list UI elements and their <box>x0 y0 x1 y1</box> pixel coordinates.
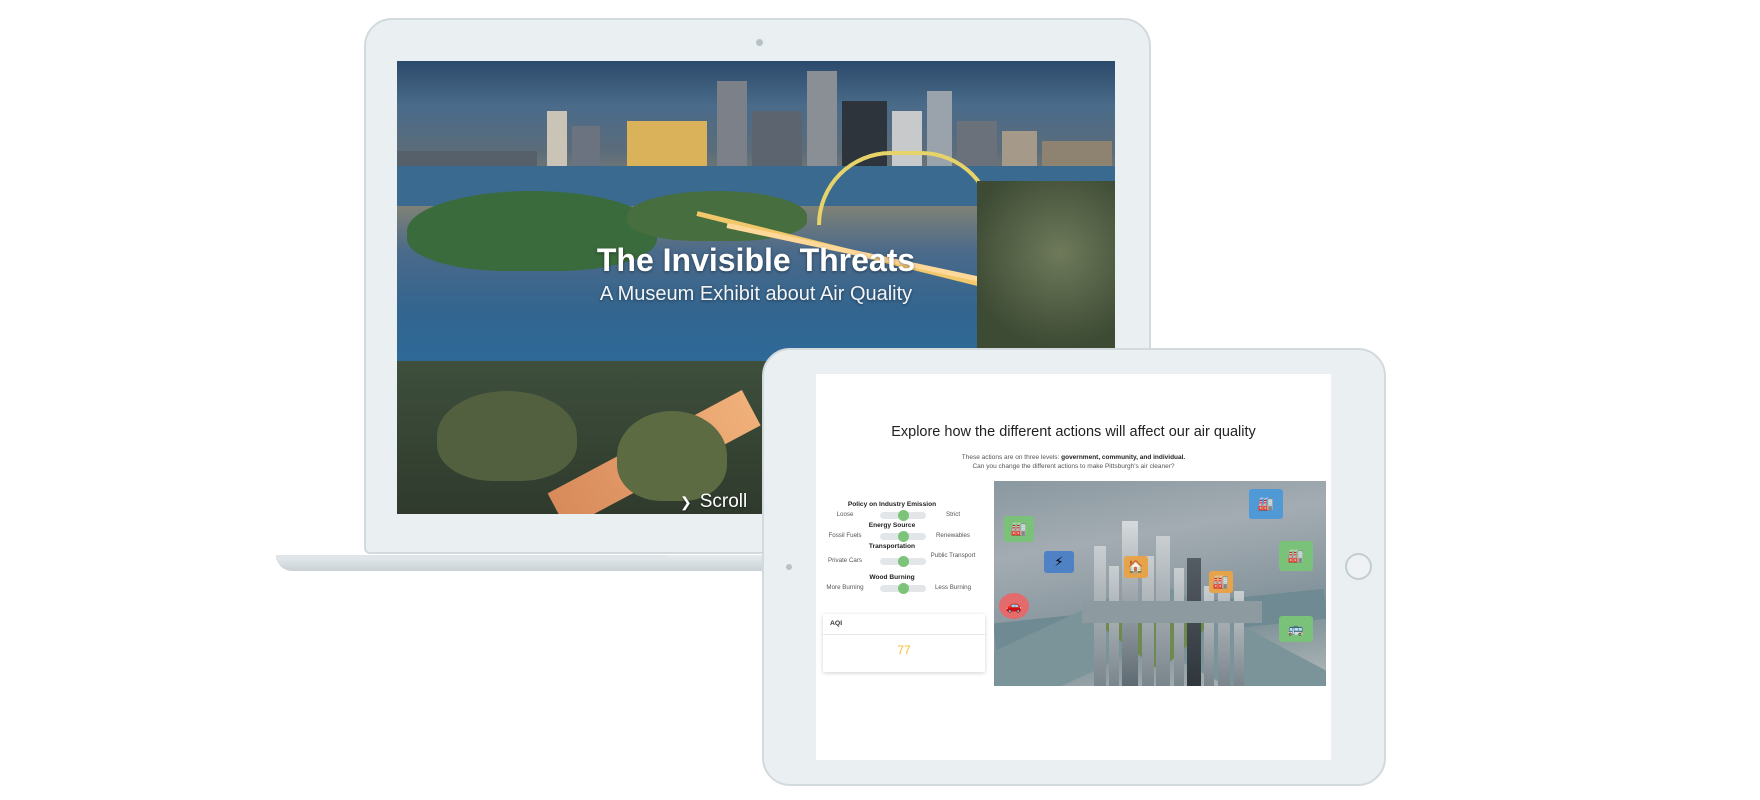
hero-title: The Invisible Threats <box>596 242 916 278</box>
explore-description: These actions are on three levels: gover… <box>816 454 1331 461</box>
factory-icon[interactable]: 🏭 <box>1249 489 1283 519</box>
aqi-card: AQI 77 <box>823 614 985 672</box>
tablet-home-button <box>1345 553 1372 580</box>
control-left-label: More Burning <box>826 584 864 591</box>
control-label-transportation: Transportation <box>868 543 916 550</box>
control-label-industry-emission: Policy on Industry Emission <box>847 501 937 508</box>
description-levels: government, community, and individual. <box>1061 454 1186 461</box>
scroll-label: Scroll <box>699 491 748 512</box>
tablet-screen: Explore how the different actions will a… <box>816 374 1331 760</box>
aqi-value: 77 <box>897 643 911 657</box>
slider-thumb[interactable] <box>897 556 909 567</box>
slider-thumb[interactable] <box>897 531 909 542</box>
car-icon[interactable]: 🚗 <box>999 593 1029 619</box>
bus-icon[interactable]: 🚌 <box>1279 616 1313 642</box>
laptop-base-highlight <box>276 555 666 560</box>
pittsburgh-aerial-map: 🏭 ⚡ 🚗 🏠 🏭 🏭 🏭 🚌 <box>994 481 1326 686</box>
transportation-slider[interactable] <box>880 556 926 567</box>
tablet-camera <box>786 564 792 570</box>
house-icon[interactable]: 🏠 <box>1124 556 1148 578</box>
explore-question: Can you change the different actions to … <box>972 463 1175 470</box>
chevron-down-icon: ❯ <box>680 494 692 510</box>
slider-thumb[interactable] <box>897 510 909 521</box>
factory-icon[interactable]: 🏭 <box>1004 516 1034 542</box>
control-right-label: Strict <box>945 511 961 518</box>
control-label-energy-source: Energy Source <box>868 522 916 529</box>
hero-subtitle: A Museum Exhibit about Air Quality <box>599 283 913 305</box>
control-right-label: Renewables <box>935 532 971 539</box>
control-label-wood-burning: Wood Burning <box>869 574 915 581</box>
explore-title: Explore how the different actions will a… <box>891 424 1256 440</box>
slider-thumb[interactable] <box>897 583 909 594</box>
factory-icon[interactable]: 🏭 <box>1209 571 1233 593</box>
laptop-camera <box>756 39 763 46</box>
control-right-label: Less Burning <box>934 584 972 591</box>
industry-emission-slider[interactable] <box>880 510 926 521</box>
wood-burning-slider[interactable] <box>880 583 926 594</box>
energy-source-slider[interactable] <box>880 531 926 542</box>
control-left-label: Private Cars <box>827 557 863 564</box>
scroll-button[interactable]: ❯ Scroll <box>680 491 747 513</box>
control-right-label: Public Transport <box>930 552 976 559</box>
factory-icon[interactable]: 🏭 <box>1279 541 1313 571</box>
control-left-label: Loose <box>836 511 854 518</box>
power-plant-icon[interactable]: ⚡ <box>1044 551 1074 573</box>
description-prefix: These actions are on three levels: <box>961 454 1062 461</box>
control-left-label: Fossil Fuels <box>828 532 862 539</box>
aqi-label: AQI <box>823 614 985 635</box>
